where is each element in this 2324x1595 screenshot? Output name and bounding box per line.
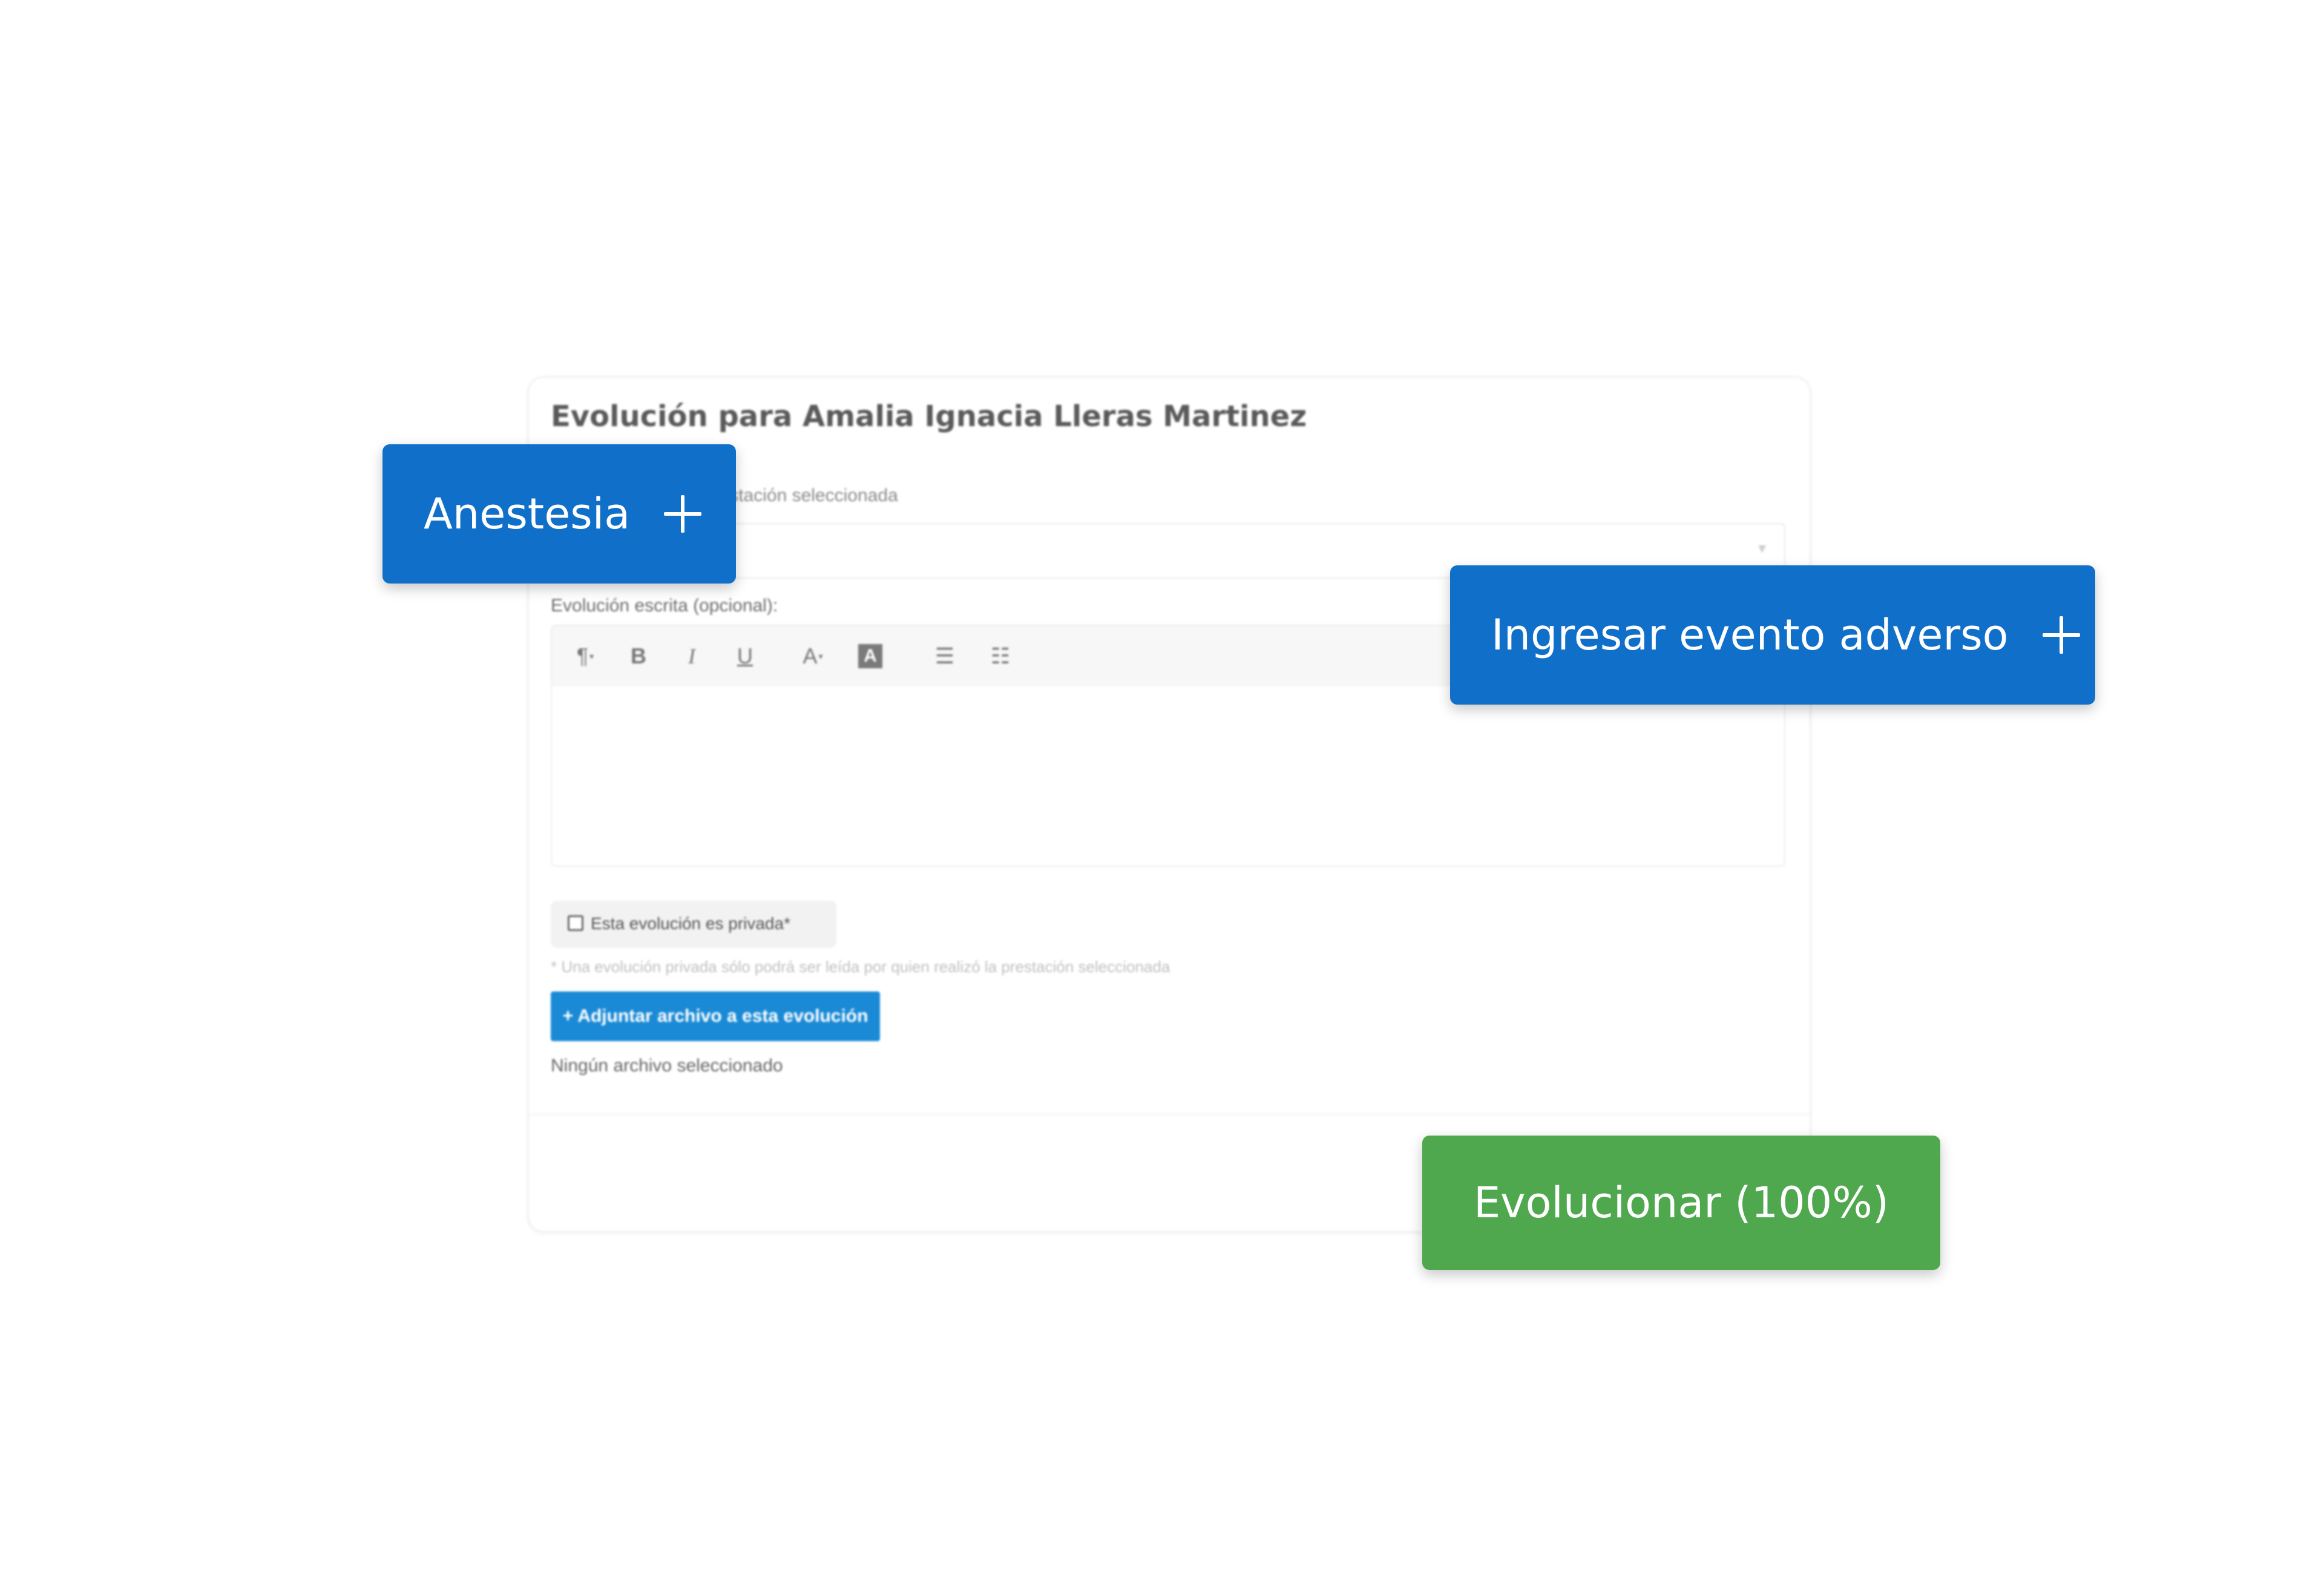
highlight-color-button[interactable]: A [858, 644, 882, 668]
paragraph-format-button[interactable]: ¶ ▾ [564, 639, 606, 673]
card-title: Evolución para Amalia Ignacia Lleras Mar… [551, 400, 1307, 433]
anestesia-button[interactable]: Anestesia [382, 444, 736, 584]
private-checkbox[interactable] [568, 915, 583, 931]
paragraph-icon: ¶ [576, 643, 589, 668]
bullet-list-button[interactable]: ☰ [924, 639, 966, 673]
bullet-list-icon: ☰ [934, 643, 955, 668]
attach-file-button[interactable]: + Adjuntar archivo a esta evolución [551, 992, 880, 1041]
private-note: * Una evolución privada sólo podrá ser l… [551, 958, 1170, 976]
private-evolution-toggle[interactable]: Esta evolución es privada* [551, 901, 836, 948]
anestesia-button-label: Anestesia [424, 489, 631, 539]
bold-button[interactable]: B [617, 639, 660, 673]
evolucionar-button-label: Evolucionar (100%) [1473, 1178, 1889, 1228]
plus-icon [664, 495, 702, 533]
evolution-text-editor[interactable] [551, 685, 1785, 867]
card-footer-divider [529, 1114, 1810, 1115]
written-evolution-label: Evolución escrita (opcional): [551, 596, 778, 616]
highlight-icon: A [864, 646, 877, 666]
numbered-list-icon: ☷ [990, 643, 1011, 668]
private-checkbox-label: Esta evolución es privada* [591, 914, 790, 933]
adverse-event-button[interactable]: Ingresar evento adverso [1450, 565, 2095, 705]
no-file-text: Ningún archivo seleccionado [551, 1056, 783, 1076]
font-color-button[interactable]: A ▾ [792, 639, 834, 673]
chevron-down-icon: ▾ [1758, 539, 1766, 557]
font-color-icon: A [803, 643, 818, 668]
underline-button[interactable]: U [724, 639, 766, 673]
evolucionar-button[interactable]: Evolucionar (100%) [1422, 1136, 1940, 1270]
plus-icon [2042, 616, 2080, 654]
adverse-event-button-label: Ingresar evento adverso [1491, 610, 2009, 660]
italic-button[interactable]: I [671, 639, 713, 673]
numbered-list-button[interactable]: ☷ [979, 639, 1022, 673]
